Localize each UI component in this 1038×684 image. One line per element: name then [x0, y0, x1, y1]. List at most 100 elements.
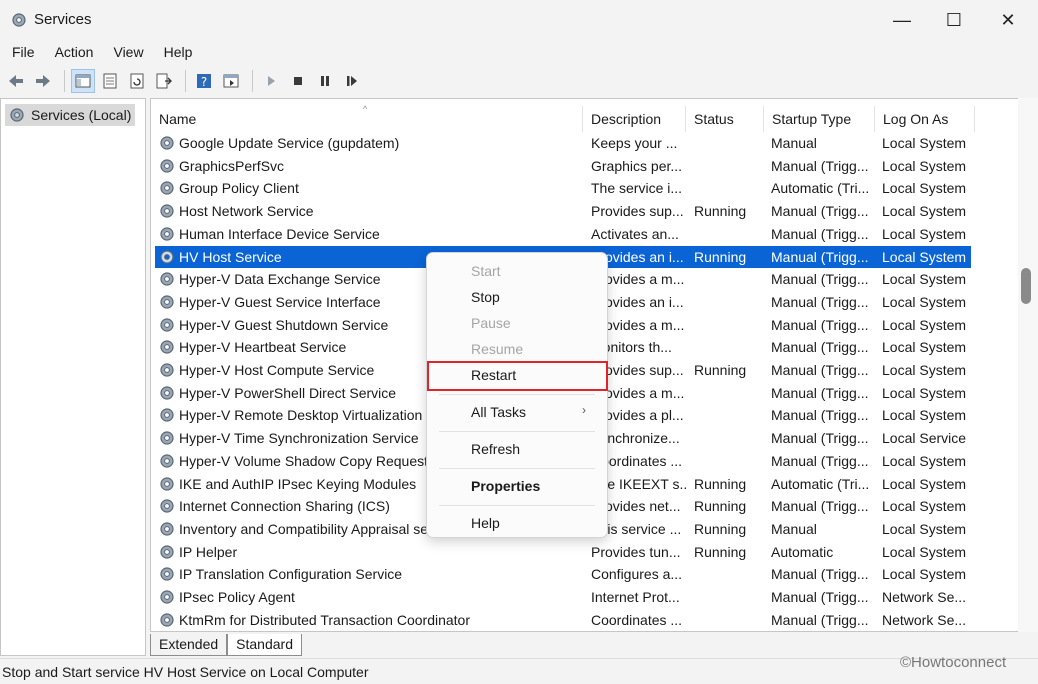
menu-view[interactable]: View [105, 40, 151, 64]
maximize-button[interactable]: ☐ [928, 0, 980, 40]
menu-item-properties[interactable]: Properties [471, 475, 540, 497]
close-button[interactable]: ✕ [982, 0, 1034, 40]
service-startup-type: Manual (Trigg... [771, 589, 869, 605]
show-action-pane-icon[interactable] [219, 69, 243, 93]
service-startup-type: Manual (Trigg... [771, 157, 869, 174]
toolbar-divider [185, 70, 186, 92]
service-startup-type: Manual [771, 520, 817, 537]
service-row[interactable]: Google Update Service (gupdatem) Keeps yo… [155, 132, 971, 155]
service-startup-type: Manual (Trigg... [771, 611, 869, 628]
service-description: The service i... [591, 180, 683, 197]
menu-item-refresh[interactable]: Refresh [471, 438, 520, 460]
service-log-on-as: Local System [882, 316, 967, 333]
menu-item-help[interactable]: Help [471, 512, 500, 534]
service-log-on-as: Local Service [882, 430, 967, 447]
show-hide-tree-icon[interactable] [71, 69, 95, 93]
service-log-on-as: Local System [882, 157, 967, 174]
toolbar: ? [0, 66, 1038, 96]
service-row[interactable]: IPsec Policy Agent Internet Prot... Manual… [155, 586, 971, 609]
resume-icon[interactable] [340, 69, 364, 93]
service-name: Host Network Service [179, 203, 314, 220]
service-gear-icon [160, 386, 174, 400]
service-log-on-as: Local System [882, 407, 967, 424]
services-gear-icon [12, 13, 26, 27]
column-header-name[interactable]: Name [151, 106, 583, 132]
title-bar: Services — ☐ ✕ [0, 0, 1038, 40]
service-row[interactable]: Host Network Service Provides sup... Runni… [155, 200, 971, 223]
status-bar: Stop and Start service HV Host Service o… [0, 658, 1038, 684]
service-row[interactable]: GraphicsPerfSvc Graphics per... Manual (Tr… [155, 155, 971, 178]
tree-item-services-local[interactable]: Services (Local) [5, 104, 136, 126]
service-gear-icon [160, 204, 174, 218]
service-startup-type: Manual (Trigg... [771, 293, 869, 310]
service-name: IP Helper [179, 543, 238, 560]
service-log-on-as: Local System [882, 475, 967, 492]
service-gear-icon [160, 476, 174, 491]
export-icon[interactable] [152, 69, 176, 93]
service-description: Coordinates ... [591, 611, 683, 628]
service-log-on-as: Local System [882, 293, 967, 310]
service-log-on-as: Local System [882, 203, 967, 220]
service-row[interactable]: Human Interface Device Service Activates … [155, 223, 971, 246]
minimize-button[interactable]: — [876, 0, 928, 40]
stop-icon[interactable] [286, 69, 310, 93]
service-status: Running [694, 543, 747, 560]
service-name: Group Policy Client [179, 180, 299, 197]
service-description: Configures a... [591, 566, 683, 583]
menu-item-start: Start [471, 263, 501, 279]
service-gear-icon [160, 590, 174, 604]
service-log-on-as: Network Se... [882, 611, 967, 628]
view-tabs: Extended Standard [150, 634, 302, 656]
service-log-on-as: Local System [882, 339, 967, 356]
service-log-on-as: Local System [882, 180, 967, 197]
column-header-log-on-as[interactable]: Log On As [875, 106, 975, 132]
service-log-on-as: Local System [882, 452, 967, 469]
properties-icon[interactable] [98, 69, 122, 93]
menu-file[interactable]: File [4, 40, 43, 64]
help-icon[interactable]: ? [192, 69, 216, 93]
service-startup-type: Manual (Trigg... [771, 498, 869, 515]
service-log-on-as: Local System [882, 543, 967, 560]
menu-action[interactable]: Action [47, 40, 102, 64]
tab-extended[interactable]: Extended [150, 634, 228, 656]
window-title: Services [34, 11, 92, 28]
back-icon[interactable] [4, 69, 28, 93]
menu-item-all-tasks[interactable]: All Tasks [471, 401, 526, 423]
play-icon[interactable] [259, 69, 283, 93]
service-row[interactable]: Group Policy Client The service i... Autom… [155, 177, 971, 200]
service-description: Provides tun... [591, 543, 681, 560]
service-startup-type: Manual (Trigg... [771, 339, 869, 356]
column-header-status[interactable]: Status [686, 106, 764, 132]
service-status: Running [694, 362, 747, 378]
column-header-startup-type[interactable]: Startup Type [764, 106, 875, 132]
service-startup-type: Manual (Trigg... [771, 203, 869, 220]
forward-icon[interactable] [31, 69, 55, 93]
service-gear-icon [160, 567, 174, 581]
service-description: Provides sup... [591, 203, 684, 220]
service-status: Running [694, 520, 747, 537]
toolbar-divider [252, 70, 253, 92]
vertical-scrollbar[interactable] [1018, 98, 1038, 632]
service-gear-icon [160, 249, 174, 264]
service-row[interactable]: IP Translation Configuration Service Conf… [155, 563, 971, 586]
service-name: KtmRm for Distributed Transaction Coordi… [179, 611, 470, 628]
service-status: Running [694, 475, 747, 492]
service-startup-type: Automatic (Tri... [771, 180, 870, 197]
service-gear-icon [160, 363, 174, 377]
service-startup-type: Manual (Trigg... [771, 452, 869, 469]
refresh-icon[interactable] [125, 69, 149, 93]
service-log-on-as: Local System [882, 225, 967, 242]
menu-item-stop[interactable]: Stop [471, 286, 500, 308]
service-row[interactable]: KtmRm for Distributed Transaction Coordi… [155, 609, 971, 631]
service-log-on-as: Local System [882, 520, 967, 537]
scrollbar-thumb[interactable] [1021, 268, 1031, 304]
menu-separator [439, 431, 595, 432]
tab-standard[interactable]: Standard [227, 634, 302, 656]
column-header-description[interactable]: Description [583, 106, 686, 132]
toolbar-divider [64, 70, 65, 92]
pause-icon[interactable] [313, 69, 337, 93]
service-gear-icon [160, 295, 174, 309]
service-row[interactable]: IP Helper Provides tun... Running Automatic… [155, 541, 971, 564]
menu-item-resume: Resume [471, 341, 524, 357]
menu-help[interactable]: Help [156, 40, 201, 64]
